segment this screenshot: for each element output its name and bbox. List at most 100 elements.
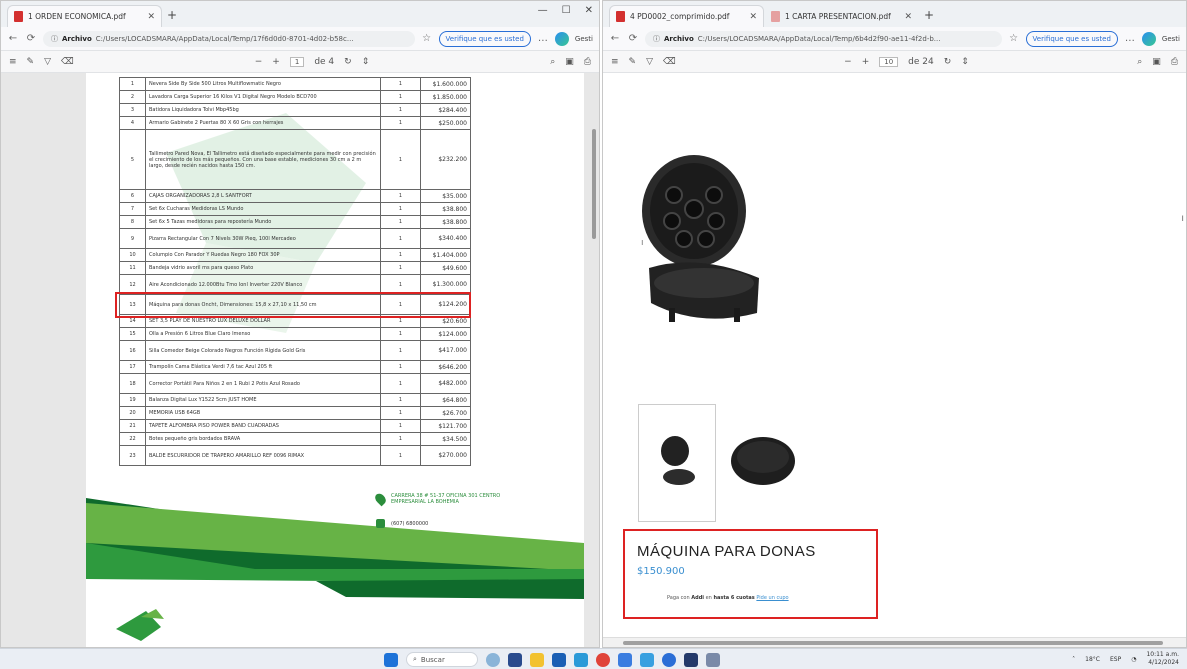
left-active-tab[interactable]: 1 ORDEN ECONOMICA.pdf ✕ [7,5,162,27]
task-view-icon[interactable] [508,652,522,667]
pay-link[interactable]: Pide un cupo [756,595,788,601]
product-page: ı ı MÁQUINA PARA DONAS $150.900 Paga con [603,73,1186,635]
chrome-icon[interactable] [596,652,610,667]
taskbar-search[interactable]: ⌕ Buscar [406,652,478,667]
table-row: 10 Columpio Con Parador Y Ruedas Negro 18… [119,248,471,262]
right-tab-title: 4 PD0002_comprimido.pdf [630,12,730,21]
row-price: $482.000 [420,373,471,394]
file-explorer-icon[interactable] [530,652,544,667]
wifi-icon[interactable]: ◔ [1131,656,1136,663]
row-number: 4 [119,116,146,130]
right-tab2-title: 1 CARTA PRESENTACION.pdf [785,12,891,21]
right-browser-window: 4 PD0002_comprimido.pdf ✕ 1 CARTA PRESEN… [602,0,1187,648]
new-tab-button[interactable]: + [162,5,182,25]
right-page-number[interactable]: 10 [879,56,899,67]
right-second-tab[interactable]: 1 CARTA PRESENTACION.pdf ✕ [764,5,919,27]
table-row: 17 Trampolín Cama Elástica Verdi 7,6 tac … [119,360,471,374]
minimize-icon[interactable]: — [538,5,548,16]
edge-icon[interactable] [618,652,632,667]
widgets-icon[interactable] [486,652,500,667]
new-tab-button[interactable]: + [919,5,939,25]
more-icon[interactable]: … [537,33,549,44]
language-indicator[interactable]: ESP [1110,656,1121,663]
print-icon[interactable]: ⎙ [584,57,591,67]
save-icon[interactable]: ▣ [565,57,574,67]
draw-icon[interactable]: ✎ [629,57,637,67]
photos-icon[interactable] [640,652,654,667]
left-scroll-thumb[interactable] [592,129,596,239]
windows-start-icon[interactable] [384,652,398,667]
right-verify-button[interactable]: Verifique que es usted [1025,30,1118,47]
row-quantity: 1 [380,360,421,374]
thumbnail-open-view[interactable] [638,404,716,522]
zoom-in-icon[interactable]: + [272,57,280,67]
right-url-field[interactable]: ⓘ Archivo C:/Users/LOCADSMARA/AppData/Lo… [645,30,1002,47]
store-icon[interactable] [552,652,566,667]
refresh-icon[interactable]: ⟳ [627,33,639,44]
clock[interactable]: 10:11 a.m. 4/12/2024 [1146,651,1179,667]
print-icon[interactable]: ⎙ [1171,57,1178,67]
row-quantity: 1 [380,445,421,466]
right-scroll-thumb[interactable] [623,641,1163,645]
erase-icon[interactable]: ⌫ [663,57,676,67]
refresh-icon[interactable]: ⟳ [25,33,37,44]
favorite-icon[interactable]: ☆ [421,33,433,44]
left-verify-button[interactable]: Verifique que es usted [438,30,531,47]
table-row: 7 Set 6x Cucharas Medidoras LS Mundo 1 $38.… [119,202,471,216]
row-description: MEMORIA USB 64GB [145,406,381,420]
left-page-number[interactable]: 1 [289,56,305,67]
rotate-icon[interactable]: ↻ [344,57,352,67]
zoom-out-icon[interactable]: − [255,57,263,67]
highlight-icon[interactable]: ▽ [44,57,51,67]
row-number: 9 [119,228,146,249]
mail-icon[interactable] [574,652,588,667]
favorite-icon[interactable]: ☆ [1008,33,1020,44]
right-horizontal-scrollbar[interactable] [603,637,1186,647]
search-icon[interactable]: ⌕ [1137,57,1142,67]
image-nav-dot[interactable]: ı [641,238,644,248]
close-window-icon[interactable]: ✕ [585,5,593,16]
teams-icon[interactable] [662,652,676,667]
save-icon[interactable]: ▣ [1152,57,1161,67]
close-tab-icon[interactable]: ✕ [147,12,155,22]
row-price: $34.500 [420,432,471,446]
fit-icon[interactable]: ⇕ [961,57,969,67]
settings-icon[interactable] [706,652,720,667]
fit-icon[interactable]: ⇕ [362,57,370,67]
maximize-icon[interactable]: ☐ [562,5,571,16]
info-icon: ⓘ [653,34,660,43]
highlight-row-donut-maker [115,291,471,318]
chevron-up-icon[interactable]: ˄ [1072,656,1075,663]
list-icon[interactable]: ≡ [9,57,17,67]
row-price: $417.000 [420,340,471,361]
right-active-tab[interactable]: 4 PD0002_comprimido.pdf ✕ [609,5,764,27]
left-url-field[interactable]: ⓘ Archivo C:/Users/LOCADSMARA/AppData/Lo… [43,30,415,47]
back-icon[interactable]: ← [609,33,621,44]
weather-temp[interactable]: 18°C [1085,656,1100,663]
copilot-icon[interactable] [554,31,569,46]
table-row: 18 Corrector Portátil Para Niños 2 en 1 R… [119,373,471,394]
draw-icon[interactable]: ✎ [27,57,35,67]
zoom-in-icon[interactable]: + [862,57,870,67]
left-vertical-scrollbar[interactable] [591,79,597,641]
image-next-icon[interactable]: ı [1181,213,1184,224]
more-icon[interactable]: … [1124,33,1136,44]
row-description: Olla a Presión 6 Litros Blue Claro Imens… [145,327,381,341]
row-number: 19 [119,393,146,407]
zoom-out-icon[interactable]: − [844,57,852,67]
row-quantity: 1 [380,393,421,407]
terminal-icon[interactable] [684,652,698,667]
rotate-icon[interactable]: ↻ [944,57,952,67]
copilot-icon[interactable] [1141,31,1156,46]
list-icon[interactable]: ≡ [611,57,619,67]
erase-icon[interactable]: ⌫ [61,57,74,67]
row-number: 1 [119,77,146,91]
close-tab-icon[interactable]: ✕ [749,12,757,22]
highlight-icon[interactable]: ▽ [646,57,653,67]
thumbnail-closed-view[interactable] [724,404,802,522]
row-number: 8 [119,215,146,229]
close-tab-icon[interactable]: ✕ [904,12,912,22]
row-description: Trampolín Cama Elástica Verdi 7,6 tac Az… [145,360,381,374]
back-icon[interactable]: ← [7,33,19,44]
search-icon[interactable]: ⌕ [550,57,555,67]
